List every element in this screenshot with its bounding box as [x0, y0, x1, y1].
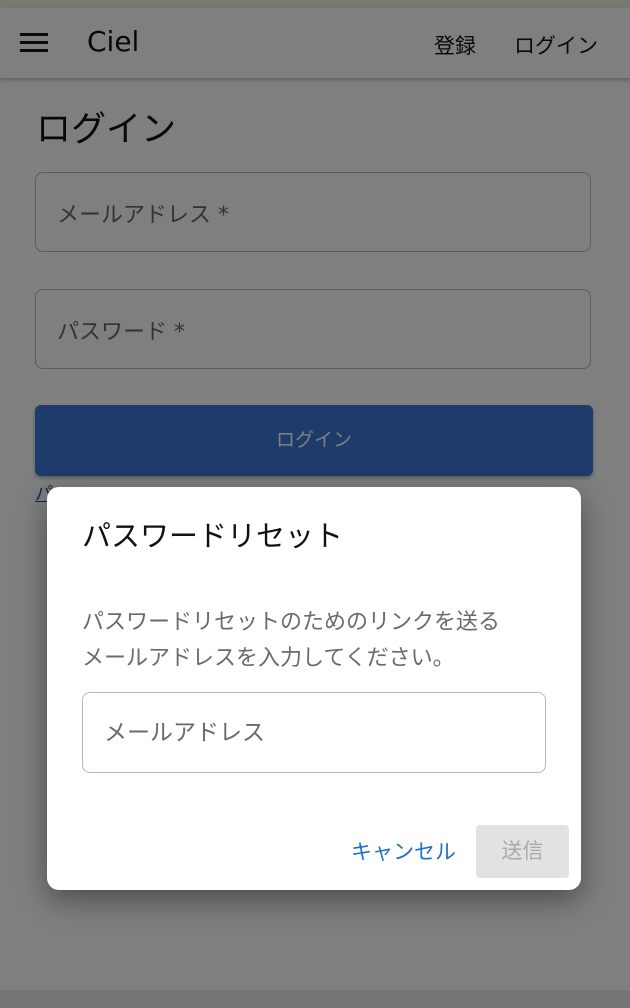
password-reset-dialog: パスワードリセット パスワードリセットのためのリンクを送る メールアドレスを入力… [47, 487, 581, 890]
cancel-button[interactable]: キャンセル [351, 836, 456, 866]
submit-button[interactable]: 送信 [476, 825, 569, 878]
dialog-description: パスワードリセットのためのリンクを送る メールアドレスを入力してください。 [82, 605, 552, 677]
bottom-strip [0, 990, 630, 1008]
dialog-title: パスワードリセット [82, 519, 344, 553]
dialog-description-line-2: メールアドレスを入力してください。 [82, 646, 455, 671]
dialog-description-line-1: パスワードリセットのためのリンクを送る [82, 610, 501, 635]
reset-email-field[interactable] [82, 692, 546, 773]
reset-email-input[interactable] [83, 693, 545, 772]
